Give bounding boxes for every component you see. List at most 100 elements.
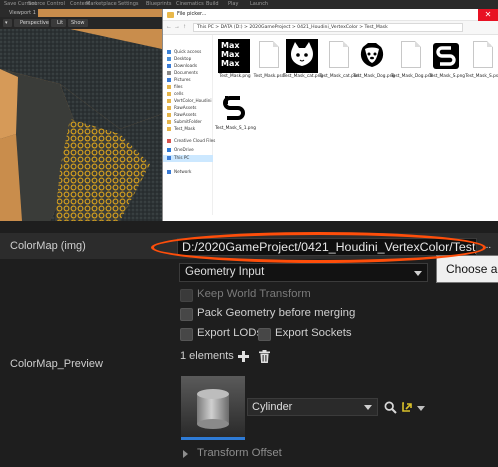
back-arrow-icon[interactable]: ← bbox=[166, 24, 172, 30]
navigation-pane: Quick access Desktop Downloads Documents Pic… bbox=[163, 35, 215, 215]
options-chevron-icon[interactable] bbox=[417, 406, 425, 411]
show-label: Show bbox=[71, 20, 85, 26]
export-sockets-checkbox[interactable] bbox=[258, 328, 271, 341]
file-item[interactable]: Test_Mask_Dog.png bbox=[353, 39, 396, 91]
keep-world-transform-checkbox[interactable] bbox=[180, 289, 193, 302]
lit-button[interactable]: Lit bbox=[51, 19, 66, 27]
colormap-label: ColorMap (img) bbox=[10, 240, 86, 252]
sidebar-item[interactable]: Desktop bbox=[167, 56, 191, 63]
up-arrow-icon[interactable]: ↑ bbox=[183, 24, 186, 30]
sidebar-item[interactable]: SubmitFolder bbox=[167, 119, 202, 126]
choose-file-tooltip: Choose a file bbox=[436, 255, 498, 283]
toolbar-item[interactable]: Settings bbox=[118, 1, 139, 7]
file-thumbnail bbox=[322, 39, 354, 73]
perspective-button[interactable]: Perspective bbox=[14, 19, 49, 27]
sidebar-item[interactable]: files bbox=[167, 84, 183, 91]
toolbar-item[interactable]: Marketplace bbox=[86, 1, 117, 7]
sidebar-item-label: VertColor_Houdini bbox=[174, 98, 212, 103]
toolbar-item[interactable]: Launch bbox=[250, 1, 268, 7]
pack-geometry-checkbox[interactable] bbox=[180, 308, 193, 321]
file-item[interactable]: Test_Mask_cat.png bbox=[283, 39, 323, 91]
sidebar-item[interactable]: Creative Cloud Files bbox=[167, 138, 215, 145]
trash-icon[interactable] bbox=[259, 350, 270, 363]
sidebar-item[interactable]: cells bbox=[167, 91, 183, 98]
export-lods-label: Export LODs bbox=[197, 327, 263, 339]
file-thumbnail bbox=[218, 91, 250, 125]
folder-icon bbox=[167, 112, 171, 117]
s-logo-icon bbox=[430, 39, 462, 73]
folder-icon bbox=[167, 63, 171, 68]
cylinder-preview-icon bbox=[181, 376, 245, 437]
thumbnail-text-line: Max bbox=[221, 50, 240, 59]
sidebar-item-label: SubmitFolder bbox=[174, 119, 202, 124]
file-thumbnail bbox=[430, 39, 462, 73]
toolbar-item[interactable]: Blueprints bbox=[146, 1, 171, 7]
sidebar-item[interactable]: Downloads bbox=[167, 63, 197, 70]
expand-arrow-icon[interactable] bbox=[183, 450, 188, 458]
folder-icon bbox=[167, 77, 171, 82]
folder-icon bbox=[167, 169, 171, 174]
use-selected-icon[interactable] bbox=[401, 401, 413, 413]
mesh-thumbnail[interactable] bbox=[181, 376, 245, 440]
document-icon bbox=[259, 41, 279, 68]
folder-icon bbox=[167, 84, 171, 89]
sidebar-item[interactable]: RawAssets bbox=[167, 112, 196, 119]
export-lods-checkbox[interactable] bbox=[180, 328, 193, 341]
elements-count: 1 elements bbox=[180, 350, 234, 362]
s-logo-white-icon bbox=[218, 91, 250, 125]
sidebar-item-label: Network bbox=[174, 169, 192, 174]
chevron-down-icon bbox=[364, 405, 372, 410]
forward-arrow-icon[interactable]: → bbox=[174, 24, 180, 30]
add-element-icon[interactable] bbox=[237, 350, 250, 363]
close-icon[interactable]: ✕ bbox=[478, 9, 498, 21]
sidebar-item-label: Test_Mask bbox=[174, 126, 196, 131]
sidebar-item[interactable]: OneDrive bbox=[167, 147, 194, 154]
perspective-label: Perspective bbox=[20, 20, 49, 26]
dialog-title: File picker... bbox=[177, 11, 207, 17]
sidebar-item[interactable]: RawAssets bbox=[167, 105, 196, 112]
sidebar-item-label: Desktop bbox=[174, 56, 192, 61]
pack-geometry-label: Pack Geometry before merging bbox=[197, 307, 356, 319]
viewport-tab-label: Viewport 1 bbox=[9, 10, 36, 16]
viewport-tab[interactable]: Viewport 1 bbox=[0, 9, 38, 17]
folder-path-field[interactable]: This PC > DATA (D:) > 2020GameProject > … bbox=[193, 23, 463, 32]
keep-world-transform-label: Keep World Transform bbox=[197, 288, 311, 300]
file-list: Max Max Max Test_Mask.png Test_Mask.psd Test_… bbox=[215, 39, 498, 215]
folder-icon bbox=[167, 70, 171, 75]
sidebar-item-label: This PC bbox=[174, 155, 190, 160]
sidebar-item[interactable]: Test_Mask bbox=[167, 126, 195, 133]
sidebar-item[interactable]: Quick access bbox=[167, 49, 201, 56]
file-item[interactable]: Test_Mask_S_1.png bbox=[215, 91, 256, 143]
thumbnail-text-line: Max bbox=[221, 41, 240, 50]
file-item[interactable]: Test_Mask_S.png bbox=[427, 39, 467, 91]
document-icon bbox=[329, 41, 349, 68]
sidebar-item[interactable]: Documents bbox=[167, 70, 198, 77]
sidebar-item-label: Downloads bbox=[174, 63, 197, 68]
geometry-input-dropdown[interactable]: Geometry Input bbox=[179, 263, 428, 282]
toolbar-item[interactable]: Play bbox=[228, 1, 238, 7]
level-viewport[interactable]: Viewport 1 ▾ Perspective Lit Show bbox=[0, 9, 162, 221]
toolbar-item[interactable]: Source Control bbox=[28, 1, 65, 7]
sidebar-item-label: Pictures bbox=[174, 77, 191, 82]
viewport-options-button[interactable]: ▾ bbox=[3, 19, 12, 27]
file-item[interactable]: Test_Mask_Dog.psd bbox=[391, 39, 433, 91]
show-button[interactable]: Show bbox=[68, 19, 88, 27]
file-item[interactable]: Test_Mask_S.psd bbox=[463, 39, 498, 91]
folder-icon bbox=[167, 119, 171, 124]
toolbar-item[interactable]: Build bbox=[206, 1, 219, 7]
static-mesh-picker[interactable]: Cylinder bbox=[247, 398, 378, 416]
folder-icon bbox=[167, 56, 171, 61]
sidebar-item[interactable]: VertColor_Houdini bbox=[167, 98, 212, 105]
document-icon bbox=[401, 41, 421, 68]
toolbar-item[interactable]: Cinematics bbox=[176, 1, 204, 7]
file-name: Test_Mask_Dog.png bbox=[353, 74, 396, 79]
editor-toolbar: Save Current Source Control Content Marketp… bbox=[0, 0, 498, 9]
file-name: Test_Mask_S.png bbox=[428, 74, 466, 79]
chevron-down-icon bbox=[414, 271, 422, 276]
sidebar-item[interactable]: Network bbox=[167, 169, 191, 176]
file-thumbnail bbox=[252, 39, 284, 73]
sidebar-item[interactable]: Pictures bbox=[167, 77, 191, 84]
file-thumbnail: Max Max Max bbox=[218, 39, 250, 73]
search-icon[interactable] bbox=[384, 401, 397, 414]
sidebar-item[interactable]: This PC bbox=[163, 155, 213, 162]
